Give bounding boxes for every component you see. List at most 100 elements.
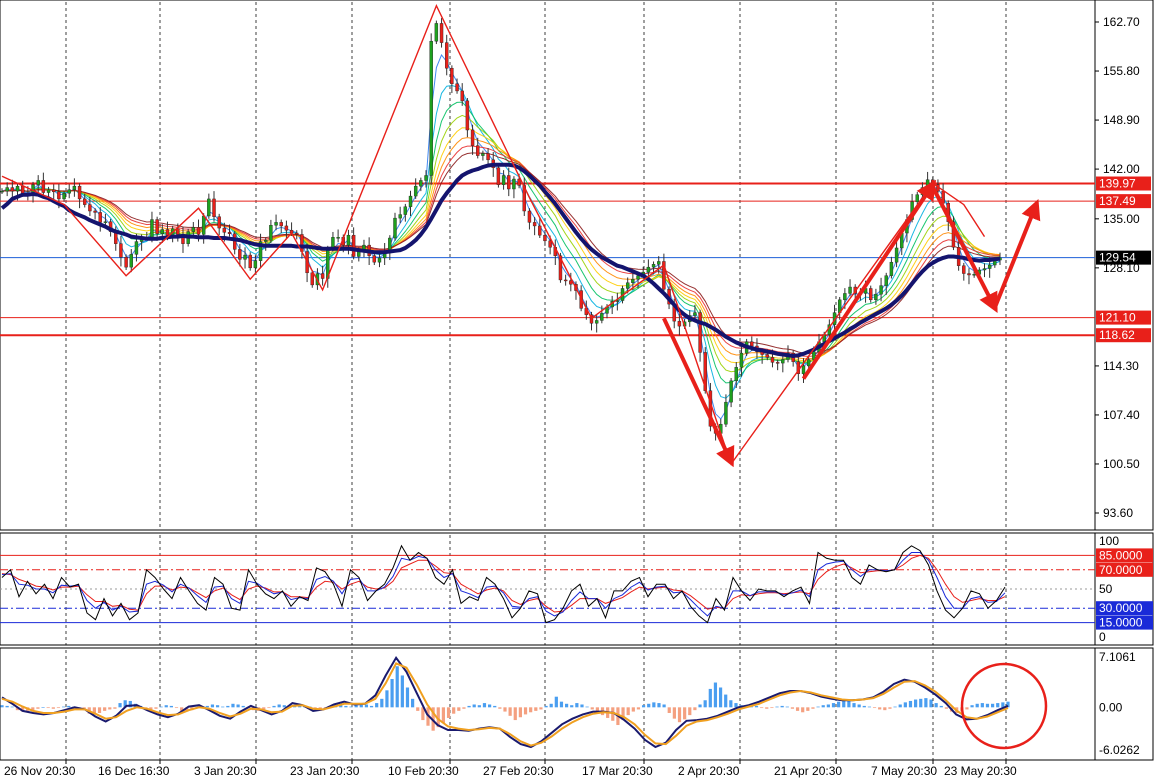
candle-body bbox=[770, 357, 775, 363]
trading-chart[interactable]: 162.70155.80148.90142.00135.00128.10114.… bbox=[0, 0, 1154, 782]
candle-body bbox=[884, 275, 888, 286]
candle-body bbox=[155, 219, 159, 234]
macd-histogram-bar bbox=[883, 707, 887, 711]
time-axis-label: 23 May 20:30 bbox=[944, 764, 1017, 778]
candle-body bbox=[889, 261, 894, 276]
candle-body bbox=[393, 217, 397, 239]
macd-histogram-bar bbox=[831, 703, 836, 708]
level-price-label: 139.97 bbox=[1099, 177, 1136, 191]
macd-histogram-bar bbox=[344, 705, 348, 708]
current-price-label: 129.54 bbox=[1099, 251, 1136, 265]
candle-body bbox=[775, 362, 780, 364]
macd-histogram-bar bbox=[457, 707, 461, 711]
macd-histogram-bar bbox=[41, 707, 45, 708]
macd-histogram-bar bbox=[754, 705, 759, 708]
candle-body bbox=[191, 227, 196, 232]
macd-histogram-bar bbox=[734, 703, 738, 708]
macd-histogram-bar bbox=[56, 707, 61, 709]
candle-body bbox=[651, 264, 656, 268]
time-axis-label: 2 Apr 20:30 bbox=[678, 764, 740, 778]
candle-body bbox=[274, 222, 278, 226]
macd-histogram-bar bbox=[559, 701, 564, 708]
time-axis-label: 27 Feb 20:30 bbox=[483, 764, 554, 778]
price-axis-label: 142.00 bbox=[1103, 162, 1140, 176]
candle-body bbox=[77, 185, 82, 200]
time-axis-label: 7 May 20:30 bbox=[871, 764, 937, 778]
macd-histogram-bar bbox=[272, 705, 276, 708]
price-axis-label: 100.50 bbox=[1103, 457, 1140, 471]
macd-histogram-bar bbox=[837, 701, 841, 708]
candle-body bbox=[227, 232, 232, 234]
macd-histogram-bar bbox=[375, 703, 379, 708]
candle-body bbox=[217, 216, 221, 229]
candle-body bbox=[15, 185, 20, 192]
candle-body bbox=[894, 247, 899, 263]
macd-histogram-bar bbox=[847, 700, 851, 708]
macd-histogram-bar bbox=[631, 707, 635, 712]
candle-body bbox=[36, 180, 40, 185]
macd-histogram-bar bbox=[400, 675, 404, 708]
candle-body bbox=[843, 293, 847, 301]
macd-histogram-bar bbox=[390, 678, 394, 708]
candle-body bbox=[72, 185, 77, 190]
macd-histogram-bar bbox=[667, 707, 671, 713]
macd-histogram-bar bbox=[477, 705, 481, 708]
candle-body bbox=[631, 279, 635, 283]
macd-histogram-bar bbox=[785, 706, 789, 708]
macd-histogram-bar bbox=[36, 707, 40, 709]
macd-histogram-bar bbox=[816, 706, 820, 708]
candle-body bbox=[388, 237, 392, 252]
time-axis-label: 23 Jan 20:30 bbox=[290, 764, 360, 778]
candle-body bbox=[46, 189, 51, 193]
price-axis-label: 162.70 bbox=[1103, 15, 1140, 29]
candle-body bbox=[874, 293, 878, 301]
macd-histogram-bar bbox=[657, 703, 661, 708]
macd-histogram-bar bbox=[513, 707, 517, 721]
macd-histogram-bar bbox=[452, 707, 456, 714]
macd-histogram-bar bbox=[241, 705, 245, 708]
macd-histogram-bar bbox=[872, 707, 877, 709]
macd-histogram-bar bbox=[888, 707, 892, 709]
candle-body bbox=[848, 286, 852, 294]
macd-histogram-bar bbox=[580, 704, 584, 708]
oscillator-level-label: 70.0000 bbox=[1099, 563, 1143, 577]
candle-body bbox=[455, 83, 459, 92]
candle-body bbox=[62, 193, 66, 200]
macd-histogram-bar bbox=[97, 707, 102, 713]
candle-body bbox=[439, 23, 444, 43]
price-axis-label: 135.00 bbox=[1103, 212, 1140, 226]
macd-histogram-bar bbox=[5, 705, 9, 708]
macd-histogram-bar bbox=[795, 707, 800, 711]
macd-histogram-bar bbox=[939, 705, 943, 708]
macd-histogram-bar bbox=[693, 707, 697, 711]
macd-histogram-bar bbox=[698, 704, 702, 708]
candle-body bbox=[460, 90, 464, 102]
candle-body bbox=[869, 288, 873, 301]
macd-histogram-bar bbox=[113, 707, 117, 709]
macd-histogram-bar bbox=[267, 707, 271, 709]
macd-histogram-bar bbox=[544, 705, 548, 708]
macd-histogram-bar bbox=[0, 705, 4, 708]
candle-body bbox=[925, 179, 930, 188]
candle-body bbox=[150, 219, 154, 238]
macd-histogram-bar bbox=[970, 705, 974, 708]
macd-histogram-bar bbox=[385, 690, 389, 708]
candle-body bbox=[88, 204, 92, 212]
price-axis-label: 93.60 bbox=[1103, 506, 1133, 520]
macd-histogram-bar bbox=[991, 703, 995, 708]
macd-histogram-bar bbox=[801, 707, 805, 713]
macd-histogram-bar bbox=[482, 703, 487, 708]
candle-body bbox=[445, 42, 449, 69]
time-axis-label: 17 Mar 20:30 bbox=[582, 764, 653, 778]
macd-histogram-bar bbox=[221, 706, 225, 708]
candle-body bbox=[83, 198, 87, 205]
macd-histogram-bar bbox=[118, 703, 122, 708]
candle-body bbox=[10, 187, 15, 192]
oscillator-axis-label: 0 bbox=[1099, 630, 1106, 644]
macd-histogram-bar bbox=[878, 707, 882, 710]
macd-histogram-bar bbox=[61, 706, 66, 708]
candle-body bbox=[196, 227, 201, 235]
macd-histogram-bar bbox=[354, 705, 358, 708]
candle-body bbox=[41, 180, 46, 193]
macd-histogram-bar bbox=[416, 707, 420, 711]
